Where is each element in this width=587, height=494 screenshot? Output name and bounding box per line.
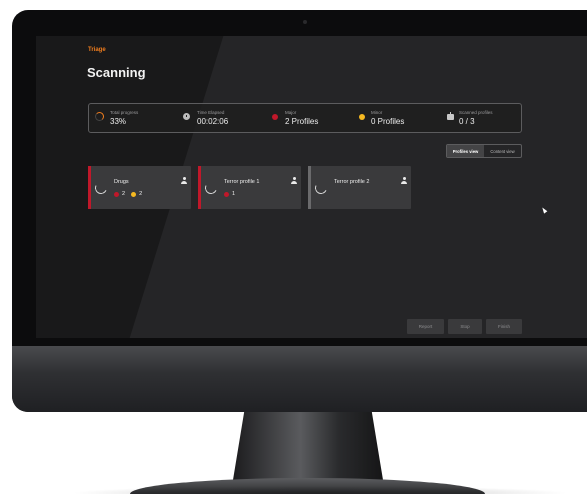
loading-spinner-icon [93,180,109,196]
stop-button[interactable]: Stop [448,319,482,334]
stat-value: 00:02:06 [197,117,229,126]
robot-icon [447,112,454,120]
stat-label: Major [285,110,297,115]
profile-counts: 1 [224,191,238,197]
page-title: Scanning [87,65,146,80]
major-count: 2 [122,191,126,197]
person-icon[interactable] [401,177,407,184]
severity-stripe [198,166,201,209]
profile-card-terror-1[interactable]: Terror profile 1 1 [198,166,301,209]
stand-shadow [70,486,570,494]
profile-name: Terror profile 1 [224,179,260,185]
stat-label: Minor [371,110,383,115]
stat-total-progress: Total progress 33% [89,104,175,132]
screen: Triage Scanning Total progress 33% Time … [36,36,587,338]
profile-card-drugs[interactable]: Drugs 2 2 [88,166,191,209]
person-icon[interactable] [291,177,297,184]
loading-spinner-icon [203,180,219,196]
profile-counts: 2 2 [114,191,145,197]
minor-count: 2 [139,191,143,197]
profile-name: Terror profile 2 [334,179,370,185]
finish-button[interactable]: Finish [486,319,522,334]
major-dot-icon [272,114,278,120]
stat-value: 2 Profiles [285,117,319,126]
monitor-chin [12,346,587,412]
major-count: 1 [232,191,236,197]
camera-dot [303,20,307,24]
loading-spinner-icon [313,180,329,196]
stat-label: Scanned profiles [459,110,493,115]
stat-minor: Minor 0 Profiles [359,104,439,132]
stat-scanned-profiles: Scanned profiles 0 / 3 [447,104,521,132]
minor-dot-icon [131,191,137,197]
progress-ring-icon [95,112,104,121]
mouse-cursor-icon [540,206,548,214]
clock-icon [183,113,190,120]
stat-major: Major 2 Profiles [272,104,352,132]
profile-name: Drugs [114,179,129,185]
stat-value: 33% [110,117,127,126]
profiles-view-button[interactable]: Profiles view [447,145,484,157]
section-label: Triage [88,47,106,53]
stat-time-elapsed: Time Elapsed 00:02:06 [183,104,263,132]
minor-dot-icon [359,114,365,120]
major-dot-icon [224,191,229,197]
severity-stripe [308,166,311,209]
stat-value: 0 Profiles [371,117,405,126]
stat-label: Total progress [110,110,139,115]
view-toggle: Profiles view Content view [446,144,522,158]
profile-card-terror-2[interactable]: Terror profile 2 [308,166,411,209]
major-dot-icon [114,191,119,197]
content-view-button[interactable]: Content view [484,145,521,157]
stats-bar: Total progress 33% Time Elapsed 00:02:06… [88,103,522,133]
monitor-stand [232,412,384,486]
stat-value: 0 / 3 [459,117,475,126]
person-icon[interactable] [181,177,187,184]
report-button[interactable]: Report [407,319,444,334]
stat-label: Time Elapsed [197,110,225,115]
severity-stripe [88,166,91,209]
